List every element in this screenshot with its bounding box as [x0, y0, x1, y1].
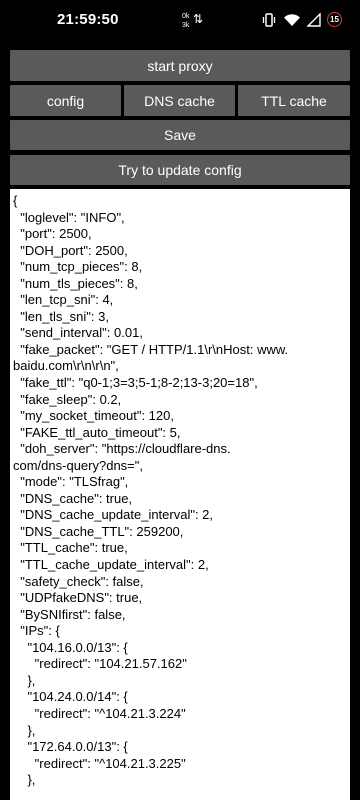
wifi-icon — [283, 13, 301, 27]
config-editor[interactable]: { "loglevel": "INFO", "port": 2500, "DOH… — [10, 189, 350, 800]
status-time: 21:59:50 — [57, 11, 119, 28]
dns-cache-button[interactable]: DNS cache — [124, 85, 235, 116]
config-button[interactable]: config — [10, 85, 121, 116]
config-editor-text[interactable]: { "loglevel": "INFO", "port": 2500, "DOH… — [10, 189, 350, 789]
save-button[interactable]: Save — [10, 120, 350, 150]
update-config-button[interactable]: Try to update config — [10, 155, 350, 185]
network-speed-up: 0k — [182, 13, 190, 20]
signal-icon — [307, 12, 321, 27]
status-bar: 21:59:50 0k 3k ⇅ 15 — [0, 0, 360, 44]
vibrate-icon — [261, 12, 277, 27]
status-icons: 15 — [261, 12, 342, 27]
battery-icon: 15 — [327, 12, 342, 27]
network-speed: 0k 3k — [182, 12, 189, 30]
start-proxy-button[interactable]: start proxy — [10, 50, 350, 81]
network-speed-down: 3k — [182, 22, 190, 29]
ttl-cache-button[interactable]: TTL cache — [238, 85, 350, 116]
data-transfer-icon: ⇅ — [193, 12, 204, 26]
